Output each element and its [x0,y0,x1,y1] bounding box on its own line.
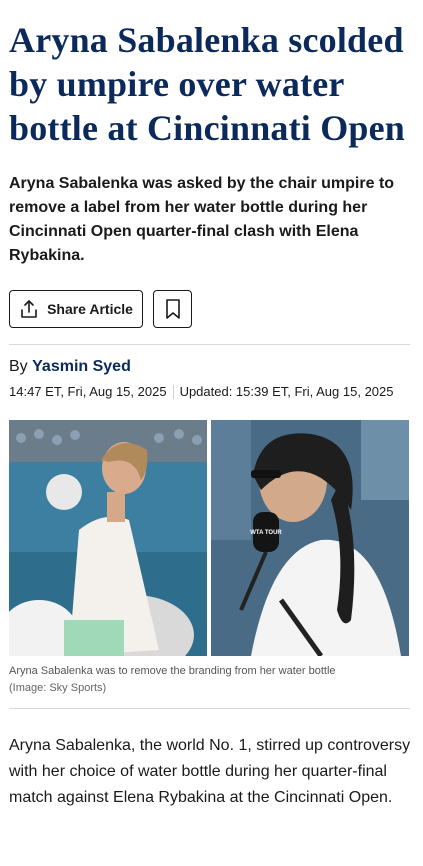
caption-credit: (Image: Sky Sports) [9,682,107,694]
body-paragraph: Aryna Sabalenka, the world No. 1, stirre… [9,737,411,806]
byline: By Yasmin Syed [9,358,413,376]
timestamp-separator [172,384,174,399]
divider [9,708,410,709]
caption-text: Aryna Sabalenka was to remove the brandi… [9,665,336,677]
article: Aryna Sabalenka scolded by umpire over w… [0,0,423,811]
standfirst: Aryna Sabalenka was asked by the chair u… [9,175,395,264]
share-article-button[interactable]: Share Article [9,290,143,328]
bookmark-button[interactable] [153,290,192,328]
author-link[interactable]: Yasmin Syed [32,358,131,375]
updated-time: Updated: 15:39 ET, Fri, Aug 15, 2025 [179,384,394,399]
photo-sabalenka [9,420,207,656]
headline: Aryna Sabalenka scolded by umpire over w… [9,20,406,148]
image-caption: Aryna Sabalenka was to remove the brandi… [9,663,413,697]
photo-umpire: WTA TOUR [211,420,409,656]
published-time: 14:47 ET, Fri, Aug 15, 2025 [9,384,167,399]
timestamps: 14:47 ET, Fri, Aug 15, 2025 Updated: 15:… [9,384,413,399]
divider [9,344,410,345]
bookmark-icon [164,298,182,320]
share-icon [19,299,39,319]
mic-flag-text: WTA TOUR [250,530,282,536]
share-article-label: Share Article [47,301,133,317]
article-actions: Share Article [9,290,413,328]
byline-prefix: By [9,358,28,375]
article-image[interactable]: WTA TOUR [9,420,409,656]
